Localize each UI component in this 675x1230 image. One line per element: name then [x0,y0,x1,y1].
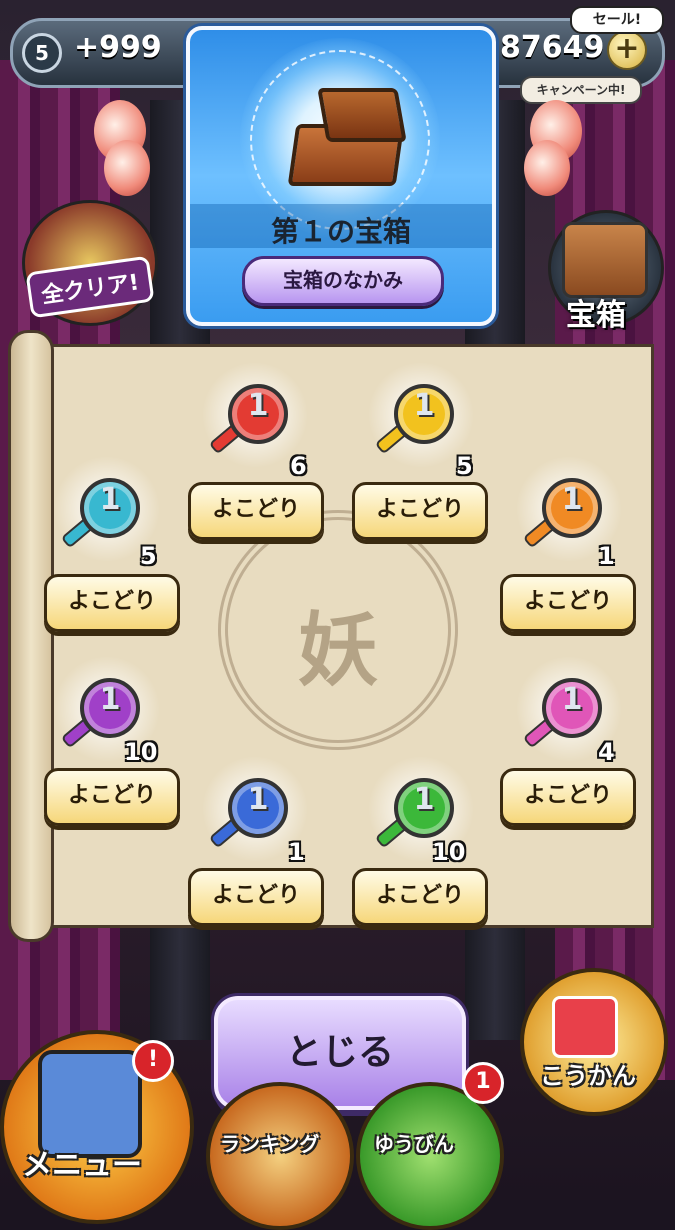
menu-alert-badge: ! [132,1040,174,1082]
add-coins-button[interactable]: + [607,30,647,70]
key-count: 5 [140,542,157,570]
stamina-counter: +999 [74,30,162,65]
key-count: 6 [290,452,307,480]
campaign-badge[interactable]: キャンペーン中! [520,76,642,104]
chest-title: 第１の宝箱 [270,215,411,248]
chest-side-label: 宝箱 [566,298,626,333]
mail-alert-badge: 1 [462,1062,504,1104]
chest-contents-button[interactable]: 宝箱のなかみ [242,256,444,306]
steal-button[interactable]: よこどり [44,768,180,826]
lantern-icon [104,140,150,196]
open-chest-icon [282,84,407,186]
key-count: 1 [598,542,615,570]
steal-button[interactable]: よこどり [188,482,324,540]
gift-box-icon [552,996,618,1058]
key-count: 10 [124,738,158,766]
steal-button[interactable]: よこどり [352,868,488,926]
player-level-badge: 5 [22,33,62,73]
mail-label: ゆうびん [374,1132,454,1156]
steal-button[interactable]: よこどり [44,574,180,632]
lantern-icon [524,140,570,196]
chest-info-card: 第１の宝箱 宝箱のなかみ [186,26,496,326]
ranking-label: ランキング [220,1132,320,1156]
key-count: 5 [456,452,473,480]
key-count: 4 [598,738,615,766]
treasure-chest-icon [562,222,648,298]
menu-label: メニュー [22,1148,142,1183]
key-scroll-panel: 妖 [8,330,660,942]
scroll-roll [8,330,54,942]
exchange-label: こうかん [540,1062,636,1090]
coin-counter: 87649 [500,30,605,65]
steal-button[interactable]: よこどり [352,482,488,540]
steal-button[interactable]: よこどり [500,574,636,632]
key-count: 1 [288,838,305,866]
steal-button[interactable]: よこどり [500,768,636,826]
key-count: 10 [432,838,466,866]
steal-button[interactable]: よこどり [188,868,324,926]
sale-badge[interactable]: セール! [570,6,664,34]
emblem-char: 妖 [298,604,378,697]
